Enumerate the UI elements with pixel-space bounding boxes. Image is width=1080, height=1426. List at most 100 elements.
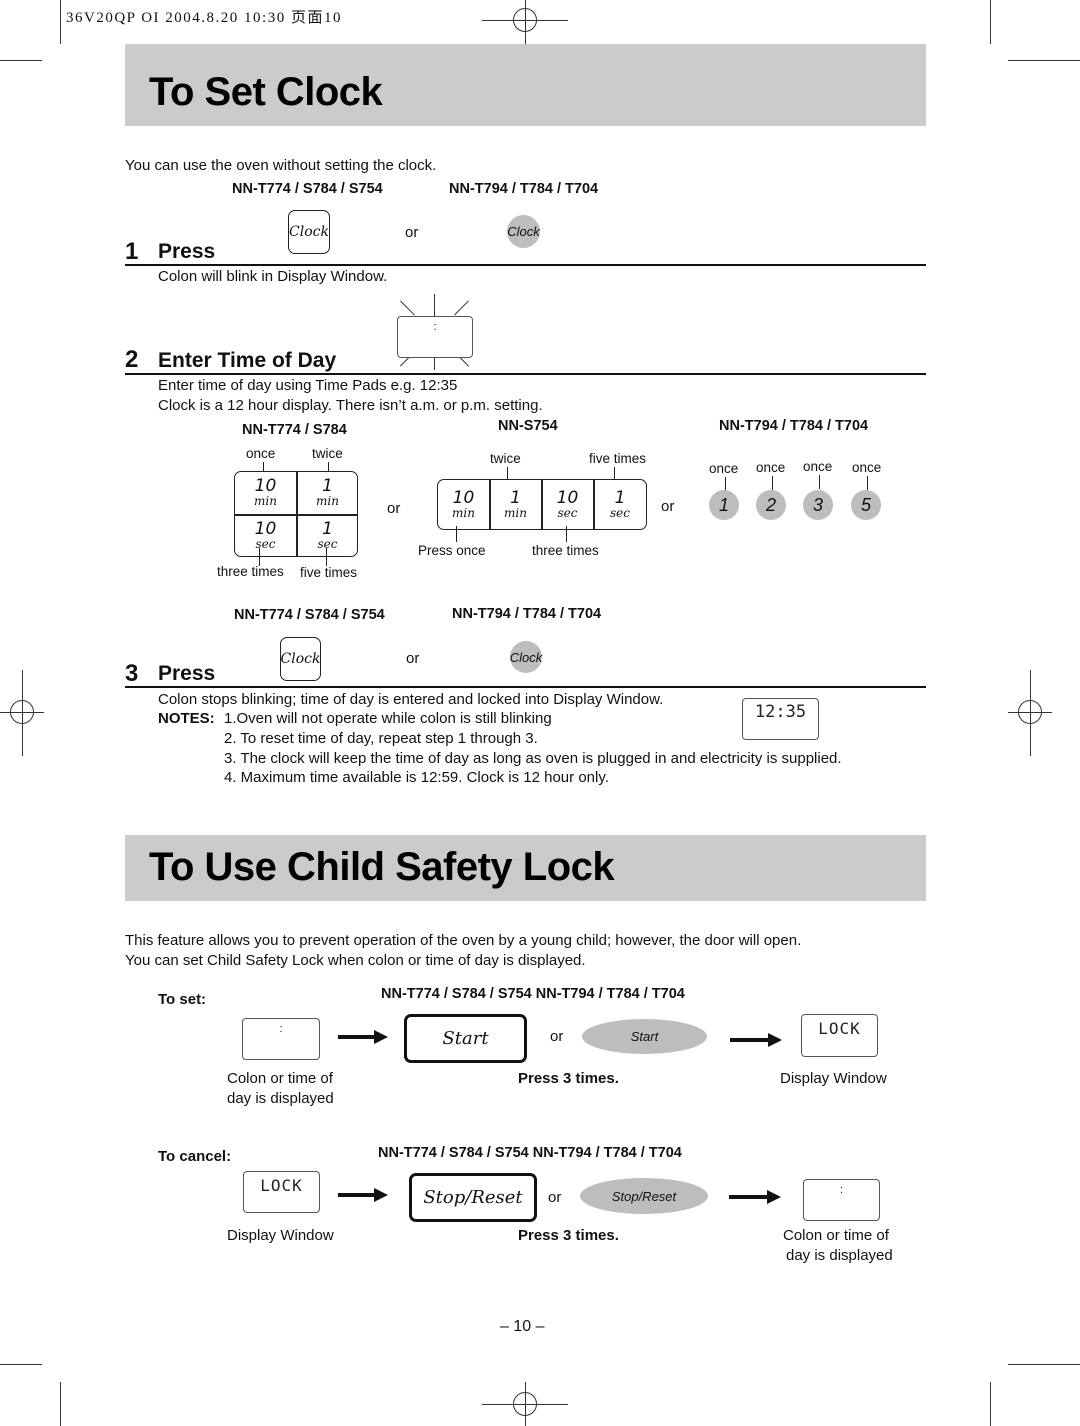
- step-2-number: 2: [125, 346, 139, 373]
- caption-display-window: Display Window: [780, 1070, 887, 1087]
- model-label-a: NN-T774 / S784 / S754: [234, 607, 385, 623]
- step-3-description: Colon stops blinking; time of day is ent…: [158, 691, 664, 708]
- blink-ray: [454, 300, 470, 316]
- clock-button-b[interactable]: Clock: [510, 641, 542, 673]
- pad-number: 10: [254, 519, 277, 539]
- note-item: 2. To reset time of day, repeat step 1 t…: [224, 730, 538, 747]
- lock-intro-1: This feature allows you to prevent opera…: [125, 932, 802, 949]
- pad-unit: min: [504, 505, 527, 520]
- note-item: 3. The clock will keep the time of day a…: [224, 750, 842, 767]
- crop-mark: [0, 1364, 42, 1365]
- pad-1-min[interactable]: 1 min: [297, 472, 358, 514]
- press-count-label: three times: [217, 564, 284, 579]
- blink-ray: [399, 357, 410, 367]
- or-text: or: [550, 1028, 564, 1045]
- leader-line: [867, 476, 868, 490]
- press-count-label: once: [246, 446, 276, 461]
- pad-10-min[interactable]: 10 min: [235, 472, 296, 514]
- pad-10-sec[interactable]: 10 sec: [542, 480, 593, 529]
- display-window-lock: LOCK: [801, 1014, 878, 1057]
- model-label-a: NN-T774 / S784 / S754: [232, 181, 383, 197]
- pad-number: 10: [452, 487, 475, 508]
- model-label-pad-a: NN-T774 / S784: [242, 422, 347, 438]
- display-window-time: 12:35: [742, 698, 819, 740]
- press-count-label: twice: [312, 446, 343, 461]
- press-count-label: Press once: [418, 543, 486, 558]
- caption-colon-2: day is displayed: [786, 1247, 893, 1264]
- section-banner-lock: To Use Child Safety Lock: [125, 835, 926, 901]
- step-divider: [125, 264, 926, 266]
- display-window-colon: :: [803, 1179, 880, 1221]
- stop-reset-button-b[interactable]: Stop/Reset: [580, 1178, 708, 1214]
- caption-colon-2: day is displayed: [227, 1090, 334, 1107]
- step-2-title: Enter Time of Day: [158, 349, 337, 372]
- step-divider: [125, 373, 926, 375]
- lock-intro-2: You can set Child Safety Lock when colon…: [125, 952, 586, 969]
- number-button-5[interactable]: 5: [851, 490, 881, 520]
- model-label-pad-b: NN-S754: [498, 418, 558, 434]
- section-title-clock: To Set Clock: [149, 70, 383, 114]
- step-2-line1: Enter time of day using Time Pads e.g. 1…: [158, 377, 458, 394]
- display-lock: LOCK: [260, 1176, 303, 1195]
- crop-mark: [1008, 60, 1080, 61]
- arrow-right-icon: [338, 1030, 388, 1044]
- leader-line: [566, 526, 567, 542]
- blink-ray: [434, 294, 436, 316]
- crop-mark: [60, 0, 61, 44]
- step-1-description: Colon will blink in Display Window.: [158, 268, 388, 285]
- lock-model-labels: NN-T774 / S784 / S754 NN-T794 / T784 / T…: [378, 1145, 682, 1161]
- stop-reset-button-a[interactable]: Stop/Reset: [409, 1173, 537, 1222]
- press-count-label: once: [709, 461, 739, 476]
- clock-button-a[interactable]: Clock: [280, 637, 321, 681]
- display-colon: :: [279, 1023, 283, 1035]
- clock-button-b[interactable]: Clock: [507, 215, 540, 248]
- press-count-label: once: [852, 460, 882, 475]
- section-banner-clock: To Set Clock: [125, 44, 926, 126]
- clock-button-a[interactable]: Clock: [288, 210, 330, 254]
- time-pad-grid-a: 10 min 1 min 10 sec 1 sec: [234, 471, 358, 557]
- leader-line: [326, 548, 327, 566]
- blink-ray: [459, 357, 470, 367]
- note-item: 4. Maximum time available is 12:59. Cloc…: [224, 769, 609, 786]
- step-2-line2: Clock is a 12 hour display. There isn’t …: [158, 397, 543, 414]
- pad-1-sec[interactable]: 1 sec: [594, 480, 646, 529]
- caption-colon-1: Colon or time of: [227, 1070, 333, 1087]
- display-lock: LOCK: [818, 1019, 861, 1038]
- start-button-a[interactable]: Start: [404, 1014, 527, 1063]
- step-divider: [125, 686, 926, 688]
- pad-number: 1: [322, 519, 333, 539]
- pad-number: 10: [254, 476, 277, 496]
- to-set-label: To set:: [158, 991, 207, 1008]
- blink-ray: [434, 358, 436, 370]
- pad-10-min[interactable]: 10 min: [438, 480, 489, 529]
- leader-line: [819, 475, 820, 489]
- pad-unit: sec: [610, 505, 630, 520]
- number-button-1[interactable]: 1: [709, 490, 739, 520]
- blink-ray: [400, 300, 416, 316]
- model-label-b: NN-T794 / T784 / T704: [449, 181, 599, 197]
- pad-10-sec[interactable]: 10 sec: [235, 515, 296, 557]
- crop-mark: [990, 0, 991, 44]
- arrow-right-icon: [338, 1188, 388, 1202]
- pad-number: 1: [510, 487, 521, 508]
- model-label-pad-c: NN-T794 / T784 / T704: [719, 418, 869, 434]
- pad-1-min[interactable]: 1 min: [490, 480, 541, 529]
- press-count-label: five times: [300, 565, 358, 580]
- press-3-times: Press 3 times.: [518, 1227, 619, 1244]
- step-1-number: 1: [125, 238, 139, 265]
- leader-line: [725, 477, 726, 491]
- notes-label: NOTES:: [158, 710, 215, 727]
- lock-model-labels: NN-T774 / S784 / S754 NN-T794 / T784 / T…: [381, 986, 685, 1002]
- registration-mark-icon: [513, 8, 537, 32]
- caption-display-window: Display Window: [227, 1227, 334, 1244]
- number-button-3[interactable]: 3: [803, 490, 833, 520]
- registration-mark-icon: [513, 1392, 537, 1416]
- start-button-b[interactable]: Start: [582, 1019, 707, 1054]
- or-text: or: [661, 498, 675, 515]
- caption-colon-1: Colon or time of: [783, 1227, 889, 1244]
- leader-line: [772, 476, 773, 490]
- number-button-2[interactable]: 2: [756, 490, 786, 520]
- pad-1-sec[interactable]: 1 sec: [297, 515, 358, 557]
- registration-mark-icon: [1018, 700, 1042, 724]
- display-window-blinking: :: [397, 316, 473, 358]
